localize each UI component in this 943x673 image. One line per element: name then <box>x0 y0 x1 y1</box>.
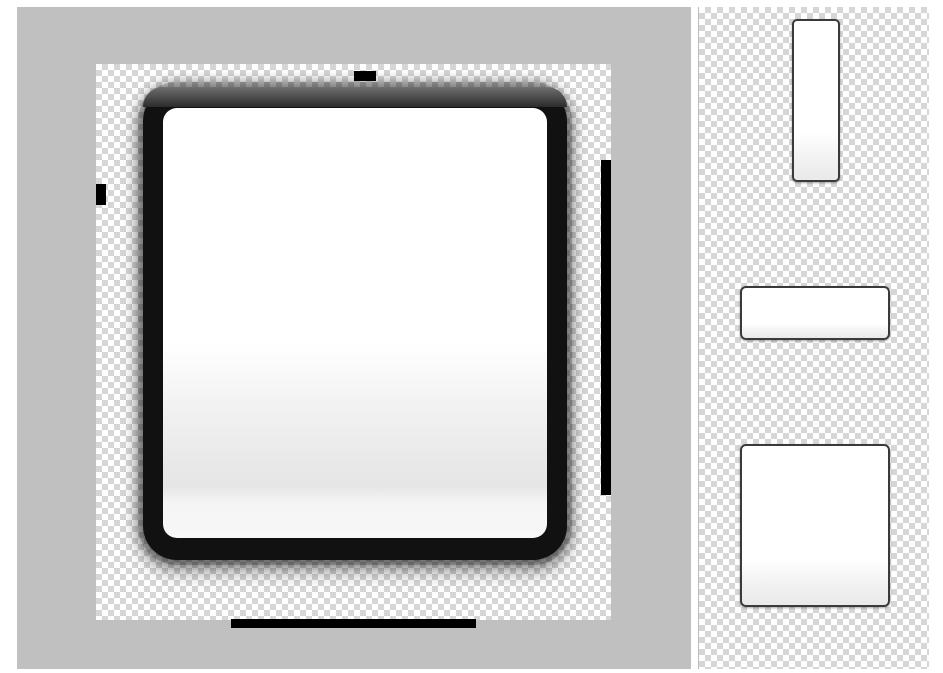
stretch-guide-top[interactable] <box>354 71 376 81</box>
preview-wide <box>740 286 890 340</box>
nine-patch-image[interactable] <box>143 87 567 560</box>
preview-pane <box>698 7 929 669</box>
editor-workspace[interactable] <box>17 7 691 669</box>
preview-tall <box>792 19 840 182</box>
nine-patch-content-area <box>163 108 547 538</box>
stretch-guide-left[interactable] <box>96 184 106 205</box>
content-guide-bottom[interactable] <box>231 619 476 628</box>
nine-patch-editor <box>0 0 943 673</box>
preview-square <box>740 444 890 607</box>
nine-patch-canvas[interactable] <box>96 64 611 628</box>
content-guide-right[interactable] <box>601 160 611 495</box>
